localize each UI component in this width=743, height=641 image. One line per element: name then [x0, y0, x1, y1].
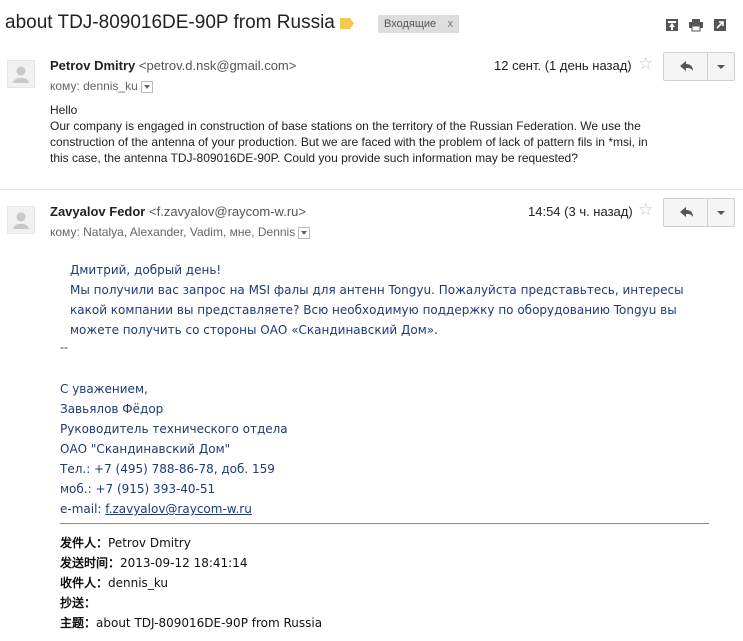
body-line: construction of the antenna of your prod…: [50, 135, 648, 149]
quoted-cc-line: 抄送：: [60, 593, 322, 613]
signature-line: С уважением,: [60, 382, 148, 396]
signature-line: ОАО "Скандинавский Дом": [60, 442, 231, 456]
message-date: 12 сент. (1 день назад): [494, 58, 632, 73]
inbox-label-text: Входящие: [384, 18, 437, 30]
signature-line: Тел.: +7 (495) 788-86-78, доб. 159: [60, 462, 275, 476]
new-window-icon[interactable]: [713, 18, 727, 32]
star-icon[interactable]: ☆: [638, 54, 653, 74]
quoted-sent-line: 发送时间：2013-09-12 18:41:14: [60, 553, 322, 573]
signature-block: С уважением, Завьялов Фёдор Руководитель…: [60, 379, 288, 519]
quoted-sent-label: 发送时间：: [60, 556, 121, 570]
more-options-button[interactable]: [708, 199, 734, 226]
quoted-subject-line: 主题：about TDJ-809016DE-90P from Russia: [60, 613, 322, 633]
sender-email: <f.zavyalov@raycom-w.ru>: [149, 204, 306, 219]
signature-line: Завьялов Фёдор: [60, 402, 164, 416]
sender-name[interactable]: Petrov Dmitry: [50, 58, 135, 73]
avatar: [7, 206, 35, 234]
signature-email-line: e-mail: f.zavyalov@raycom-w.ru: [60, 499, 288, 519]
quote-separator: [60, 523, 709, 524]
avatar: [7, 60, 35, 88]
reply-button[interactable]: [664, 199, 707, 226]
signature-line: моб.: +7 (915) 393-40-51: [60, 482, 216, 496]
star-icon[interactable]: ☆: [638, 200, 653, 220]
avatar-icon: [13, 212, 29, 229]
reply-icon: [680, 61, 693, 71]
show-details-dropdown[interactable]: [140, 80, 153, 93]
inbox-label-chip[interactable]: Входящие x: [378, 15, 459, 33]
sender-email: <petrov.d.nsk@gmail.com>: [138, 58, 297, 73]
recipient-line: кому: dennis_ku: [50, 79, 153, 93]
body-line: Дмитрий, добрый день!: [70, 263, 222, 277]
body-line: можете получить со стороны ОАО «Скандина…: [70, 323, 438, 337]
archive-icon[interactable]: [665, 18, 679, 32]
body-line: Мы получили вас запрос на MSI фалы для а…: [70, 283, 684, 297]
message-date: 14:54 (3 ч. назад): [528, 204, 633, 219]
quoted-subject-value: about TDJ-809016DE-90P from Russia: [96, 616, 323, 630]
reply-button[interactable]: [664, 53, 707, 80]
reply-button-group: [663, 198, 735, 227]
sender-line: Zavyalov Fedor <f.zavyalov@raycom-w.ru>: [50, 204, 306, 219]
email-subject: about TDJ-809016DE-90P from Russia: [5, 12, 335, 33]
quoted-subject-label: 主题：: [60, 616, 97, 630]
body-line: Our company is engaged in construction o…: [50, 119, 641, 133]
quoted-to-line: 收件人：dennis_ku: [60, 573, 322, 593]
recipient-line: кому: Natalya, Alexander, Vadim, мне, De…: [50, 225, 311, 239]
quoted-from-line: 发件人：Petrov Dmitry: [60, 533, 322, 553]
quoted-cc-label: 抄送：: [60, 596, 97, 610]
sender-name[interactable]: Zavyalov Fedor: [50, 204, 145, 219]
email-label: e-mail:: [60, 502, 106, 516]
body-line: this case, the antenna TDJ-809016DE-90P.…: [50, 151, 578, 165]
quoted-to-label: 收件人：: [60, 576, 109, 590]
quoted-from-value: Petrov Dmitry: [108, 536, 191, 550]
sender-line: Petrov Dmitry <petrov.d.nsk@gmail.com>: [50, 58, 296, 73]
quoted-to-value: dennis_ku: [108, 576, 168, 590]
body-line: какой компании вы представляете? Всю нео…: [70, 303, 677, 317]
avatar-icon: [13, 66, 29, 83]
quoted-header: 发件人：Petrov Dmitry 发送时间：2013-09-12 18:41:…: [60, 533, 322, 633]
more-options-button[interactable]: [708, 53, 734, 80]
body-line: Hello: [50, 103, 78, 117]
signature-line: Руководитель технического отдела: [60, 422, 288, 436]
print-icon[interactable]: [689, 18, 703, 32]
quoted-sent-value: 2013-09-12 18:41:14: [120, 556, 248, 570]
remove-label-button[interactable]: x: [448, 15, 454, 33]
signature-dashes: --: [60, 340, 68, 354]
label-tag-icon[interactable]: [340, 18, 354, 29]
message-body: Hello Our company is engaged in construc…: [50, 102, 648, 166]
quoted-from-label: 发件人：: [60, 536, 109, 550]
message-divider: [0, 189, 743, 190]
show-details-dropdown[interactable]: [298, 226, 311, 239]
reply-icon: [680, 207, 693, 217]
reply-button-group: [663, 52, 735, 81]
recipient-text: кому: dennis_ku: [50, 79, 138, 93]
message-body-russian: Дмитрий, добрый день! Мы получили вас за…: [70, 260, 684, 340]
email-link[interactable]: f.zavyalov@raycom-w.ru: [105, 502, 252, 516]
recipient-text: кому: Natalya, Alexander, Vadim, мне, De…: [50, 225, 296, 239]
